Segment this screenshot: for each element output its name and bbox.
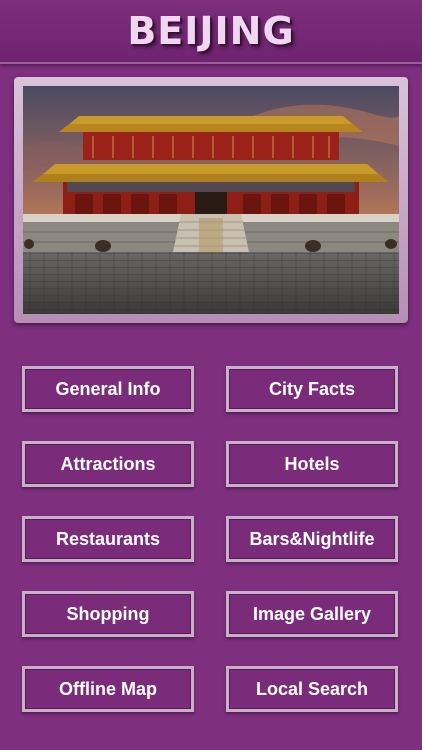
hero-photo xyxy=(23,86,399,314)
city-facts-button[interactable]: City Facts xyxy=(226,366,398,412)
local-search-label: Local Search xyxy=(255,678,369,699)
page-title: BEIJING xyxy=(127,9,295,53)
bars-nightlife-label: Bars&Nightlife xyxy=(249,528,375,549)
local-search-button[interactable]: Local Search xyxy=(226,666,398,712)
bars-nightlife-button[interactable]: Bars&Nightlife xyxy=(226,516,398,562)
general-info-label: General Info xyxy=(55,378,161,399)
image-gallery-button[interactable]: Image Gallery xyxy=(226,591,398,637)
palace-photo-image xyxy=(23,86,399,314)
image-gallery-label: Image Gallery xyxy=(252,603,372,624)
city-facts-label: City Facts xyxy=(268,378,356,399)
offline-map-button[interactable]: Offline Map xyxy=(22,666,194,712)
restaurants-label: Restaurants xyxy=(55,528,161,549)
restaurants-button[interactable]: Restaurants xyxy=(22,516,194,562)
hotels-button[interactable]: Hotels xyxy=(226,441,398,487)
attractions-label: Attractions xyxy=(60,453,156,474)
app-header: BEIJING xyxy=(0,0,422,64)
shopping-label: Shopping xyxy=(66,603,150,624)
general-info-button[interactable]: General Info xyxy=(22,366,194,412)
hotels-label: Hotels xyxy=(284,453,340,474)
shopping-button[interactable]: Shopping xyxy=(22,591,194,637)
attractions-button[interactable]: Attractions xyxy=(22,441,194,487)
offline-map-label: Offline Map xyxy=(59,678,157,699)
hero-photo-frame xyxy=(14,77,408,323)
